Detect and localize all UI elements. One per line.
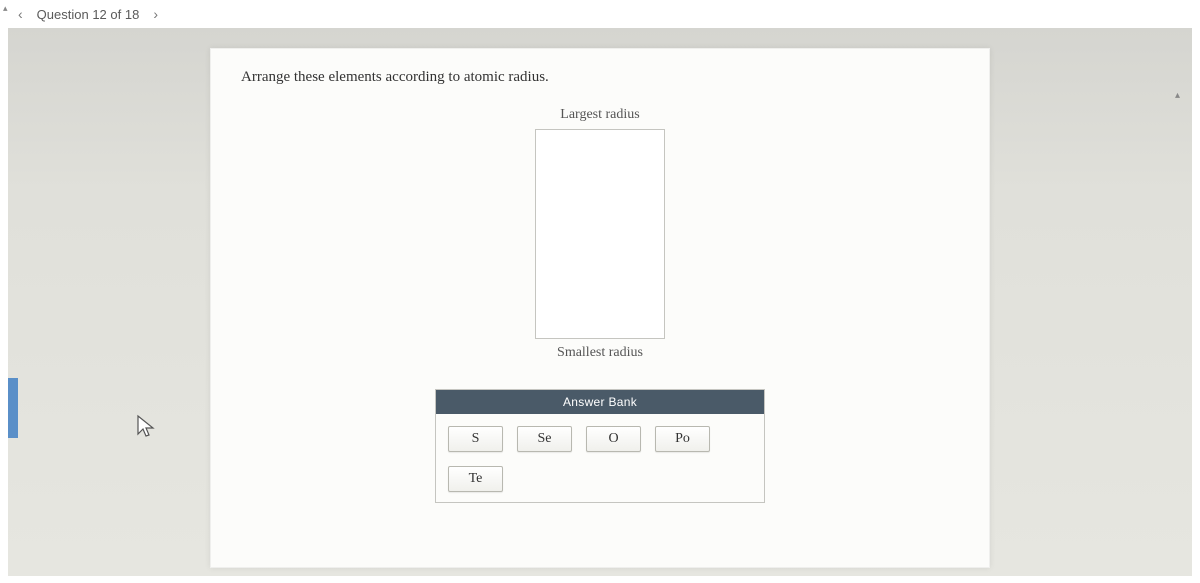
- element-tile[interactable]: Te: [448, 466, 503, 492]
- answer-bank-items: S Se O Po Te: [436, 414, 764, 502]
- question-prompt: Arrange these elements according to atom…: [241, 69, 959, 86]
- element-tile[interactable]: Se: [517, 426, 572, 452]
- answer-bank-header: Answer Bank: [436, 390, 764, 414]
- cursor-icon: [136, 414, 158, 445]
- question-paper: Arrange these elements according to atom…: [210, 48, 990, 568]
- page-wrapper: ▴ ‹ Question 12 of 18 › ▴ Arrange these …: [0, 0, 1200, 583]
- largest-label: Largest radius: [560, 107, 639, 123]
- question-counter-label: Question 12 of 18: [37, 7, 140, 22]
- content-scroll-up-icon[interactable]: ▴: [1175, 90, 1180, 101]
- left-accent-bar: [8, 378, 18, 438]
- next-question-button[interactable]: ›: [153, 6, 158, 22]
- ranking-drop-zone[interactable]: [535, 129, 665, 339]
- element-tile[interactable]: Po: [655, 426, 710, 452]
- prev-question-button[interactable]: ‹: [18, 6, 23, 22]
- smallest-label: Smallest radius: [557, 345, 643, 361]
- ranking-area: Largest radius Smallest radius: [241, 101, 959, 367]
- content-outer: ▴ Arrange these elements according to at…: [8, 28, 1192, 576]
- element-tile[interactable]: O: [586, 426, 641, 452]
- answer-bank: Answer Bank S Se O Po Te: [435, 389, 765, 503]
- scrollbar-up-icon[interactable]: ▴: [3, 3, 13, 13]
- question-nav: ‹ Question 12 of 18 ›: [0, 0, 1200, 28]
- element-tile[interactable]: S: [448, 426, 503, 452]
